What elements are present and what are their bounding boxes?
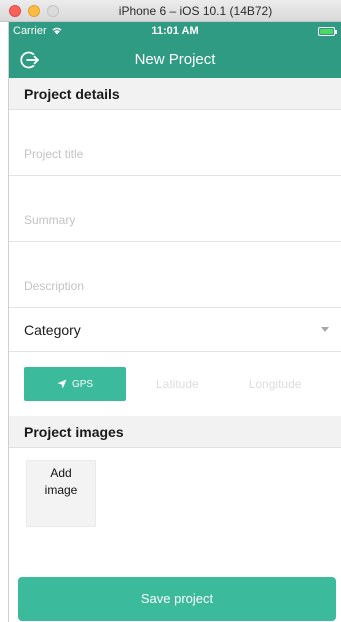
- location-arrow-icon: [57, 379, 67, 389]
- status-time: 11:01 AM: [151, 25, 199, 37]
- section-header-project-details: Project details: [9, 78, 341, 110]
- battery-icon: [318, 27, 337, 36]
- latitude-field[interactable]: Latitude: [156, 377, 199, 391]
- window-minimize-button[interactable]: [28, 4, 40, 17]
- navigation-bar: New Project: [9, 42, 341, 78]
- summary-row: [9, 176, 341, 242]
- add-image-label-line2: image: [44, 483, 78, 497]
- gps-button[interactable]: GPS: [24, 367, 126, 401]
- gps-button-label: GPS: [71, 378, 94, 390]
- save-project-button[interactable]: Save project: [18, 577, 336, 621]
- window-close-button[interactable]: [9, 4, 21, 17]
- device-screen: Carrier 11:01 AM New Project Project det…: [8, 22, 341, 622]
- window-controls: [9, 4, 59, 17]
- add-image-button[interactable]: Add image: [26, 460, 96, 527]
- window-maximize-button[interactable]: [47, 4, 59, 17]
- category-label: Category: [24, 321, 81, 338]
- add-image-label-line1: Add: [50, 466, 72, 480]
- longitude-field[interactable]: Longitude: [249, 377, 302, 391]
- summary-input[interactable]: [24, 213, 326, 227]
- description-input[interactable]: [24, 279, 326, 293]
- chevron-down-icon: [321, 327, 329, 332]
- battery-tip: [335, 30, 337, 34]
- location-row: GPS Latitude Longitude: [9, 352, 341, 416]
- project-title-row: [9, 110, 341, 176]
- status-bar: Carrier 11:01 AM: [9, 22, 341, 42]
- simulator-titlebar: iPhone 6 – iOS 10.1 (14B72): [0, 0, 341, 22]
- section-header-project-images: Project images: [9, 416, 341, 448]
- project-images-area: Add image: [9, 448, 341, 584]
- page-title: New Project: [134, 51, 216, 68]
- category-select[interactable]: Category: [9, 308, 341, 352]
- description-row: [9, 242, 341, 308]
- battery-level: [320, 29, 333, 34]
- project-title-input[interactable]: [24, 147, 326, 161]
